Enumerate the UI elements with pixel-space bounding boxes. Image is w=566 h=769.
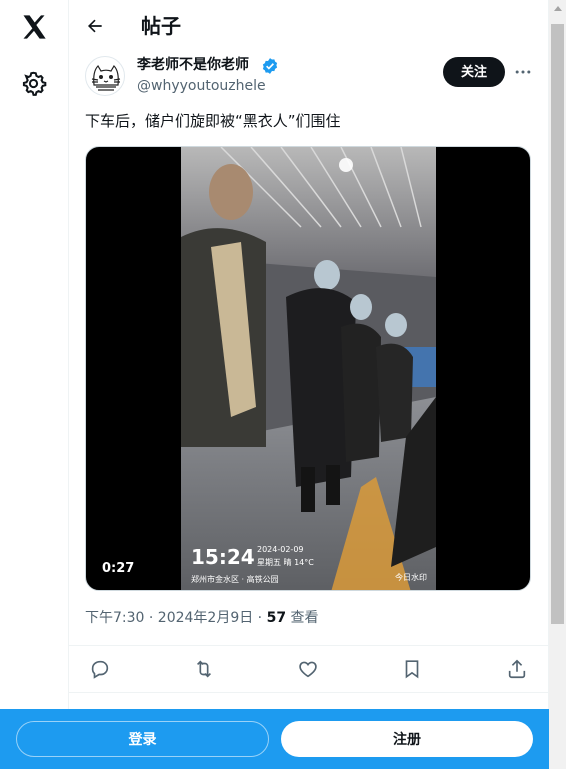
- bookmark-icon[interactable]: [401, 658, 423, 680]
- video-player[interactable]: 15:24 2024-02-09 星期五 晴 14°C 郑州市金水区 · 高铁公…: [85, 146, 531, 591]
- video-duration: 0:27: [96, 559, 141, 578]
- video-frame: 15:24 2024-02-09 星期五 晴 14°C 郑州市金水区 · 高铁公…: [181, 147, 436, 590]
- signup-button[interactable]: 注册: [281, 721, 533, 757]
- views-count: 57: [266, 610, 287, 626]
- overlay-weekday: 星期五 晴 14°C: [257, 557, 314, 567]
- author-name[interactable]: 李老师不是你老师: [137, 56, 249, 74]
- page-title: 帖子: [141, 14, 181, 38]
- more-icon[interactable]: [513, 62, 533, 82]
- page-header: 帖子: [69, 0, 549, 53]
- action-bar: [69, 645, 549, 693]
- overlay-time: 15:24: [191, 545, 255, 569]
- scrollbar[interactable]: [549, 0, 566, 769]
- avatar[interactable]: [85, 56, 125, 96]
- post-meta: 下午7:30 · 2024年2月9日 · 57 查看: [85, 608, 319, 628]
- author-handle[interactable]: @whyyoutouzhele: [137, 77, 266, 95]
- watermark: 今日水印: [395, 572, 427, 582]
- heart-icon[interactable]: [297, 658, 319, 680]
- x-logo-icon[interactable]: [20, 13, 48, 41]
- verified-badge-icon: [262, 58, 278, 74]
- scroll-thumb[interactable]: [551, 24, 564, 624]
- login-button[interactable]: 登录: [16, 721, 269, 757]
- overlay-date: 2024-02-09: [257, 545, 304, 554]
- gear-icon[interactable]: [20, 70, 47, 97]
- follow-button[interactable]: 关注: [443, 57, 505, 87]
- main-column: 帖子 李老师不是你老师 @whyyoutouzhele 关注 下车后，储户们旋即…: [69, 0, 549, 769]
- scroll-up-arrow-icon[interactable]: [554, 6, 562, 11]
- post-text: 下车后，储户们旋即被“黑衣人”们围住: [85, 112, 341, 130]
- overlay-location: 郑州市金水区 · 高铁公园: [191, 574, 279, 584]
- views-label: 查看: [286, 610, 319, 626]
- share-icon[interactable]: [506, 658, 528, 680]
- login-prompt-bar: 登录 注册: [0, 709, 549, 769]
- left-rail: [0, 0, 69, 769]
- reply-icon[interactable]: [89, 658, 111, 680]
- post-timestamp[interactable]: 下午7:30 · 2024年2月9日 ·: [85, 610, 267, 626]
- arrow-left-icon[interactable]: [85, 16, 105, 36]
- repost-icon[interactable]: [193, 658, 215, 680]
